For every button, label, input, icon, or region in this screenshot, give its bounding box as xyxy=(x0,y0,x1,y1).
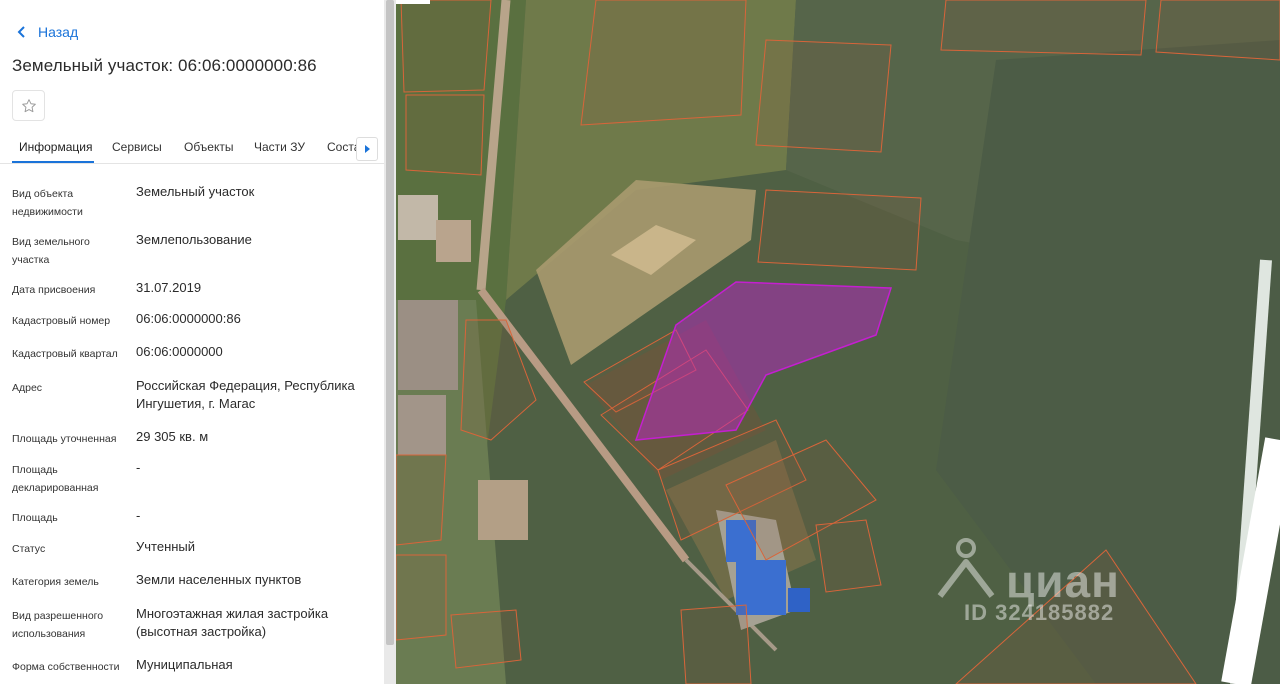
back-link[interactable]: Назад xyxy=(14,24,78,40)
property-label: Вид земельного участка xyxy=(12,236,90,266)
parcel xyxy=(680,604,752,684)
tab-composition-clip: Состав xyxy=(327,134,357,164)
parcel xyxy=(940,0,1147,56)
panel-scrollbar[interactable] xyxy=(384,0,396,684)
active-tab-indicator xyxy=(12,161,94,163)
tab-bar: Информация Сервисы Объекты Части ЗУ Сост… xyxy=(0,134,384,164)
building-block xyxy=(398,395,446,455)
page-title: Земельный участок: 06:06:0000000:86 xyxy=(12,56,317,75)
building xyxy=(478,480,528,540)
tab-composition[interactable]: Состав xyxy=(327,140,357,154)
favorite-button[interactable] xyxy=(12,90,45,121)
parcel xyxy=(580,0,747,126)
tab-information[interactable]: Информация xyxy=(19,140,92,154)
parcel xyxy=(757,189,922,271)
property-label: Площадь декларированная xyxy=(12,464,99,494)
property-value: Землепользование xyxy=(136,232,252,247)
tab-parts[interactable]: Части ЗУ xyxy=(254,140,305,154)
tab-services[interactable]: Сервисы xyxy=(112,140,162,154)
property-label: Форма собственности xyxy=(12,661,120,673)
property-label: Площадь уточненная xyxy=(12,433,117,445)
property-label: Адрес xyxy=(12,382,43,394)
property-value: Учтенный xyxy=(136,539,196,554)
parcel xyxy=(396,554,447,641)
map-control-stub xyxy=(396,0,430,4)
property-value: - xyxy=(136,460,141,475)
property-value: Муниципальная xyxy=(136,657,233,672)
property-value: Земельный участок xyxy=(136,184,255,199)
scrollbar-thumb[interactable] xyxy=(386,0,394,645)
watermark-id: ID 324185882 xyxy=(964,600,1115,625)
building xyxy=(398,195,438,240)
parcel xyxy=(400,0,492,93)
property-label: Статус xyxy=(12,543,46,555)
parcel xyxy=(396,454,447,546)
building xyxy=(436,220,471,262)
property-value: 06:06:0000000 xyxy=(136,344,223,359)
property-label: Площадь xyxy=(12,512,58,524)
property-label: Кадастровый квартал xyxy=(12,348,118,360)
parcel xyxy=(755,39,892,153)
chevron-left-icon xyxy=(17,26,25,38)
parcel xyxy=(450,609,522,669)
blue-roof xyxy=(788,588,810,612)
property-label: Вид объекта недвижимости xyxy=(12,188,83,218)
property-label: Вид разрешенного использования xyxy=(12,610,104,640)
building-block xyxy=(398,300,458,390)
property-value: Земли населенных пунктов xyxy=(136,572,302,587)
property-value: Российская Федерация, Республика Ингушет… xyxy=(136,378,355,411)
property-label: Дата присвоения xyxy=(12,284,96,296)
tab-objects[interactable]: Объекты xyxy=(184,140,234,154)
location-pin-icon xyxy=(937,538,995,598)
property-label: Категория земель xyxy=(12,576,99,588)
parcel xyxy=(1155,0,1280,61)
property-value: 06:06:0000000:86 xyxy=(136,311,241,326)
tabs-next-button[interactable] xyxy=(356,137,378,161)
satellite-map-layer xyxy=(396,0,1280,684)
star-outline-icon xyxy=(21,98,36,112)
property-value: 29 305 кв. м xyxy=(136,429,209,444)
property-value: 31.07.2019 xyxy=(136,280,202,295)
property-panel: Назад Земельный участок: 06:06:0000000:8… xyxy=(0,0,384,684)
cadastral-map[interactable]: циан ID 324185882 xyxy=(396,0,1280,684)
property-value: Многоэтажная жилая застройка (высотная з… xyxy=(136,606,329,639)
property-value: - xyxy=(136,508,141,523)
property-label: Кадастровый номер xyxy=(12,315,111,327)
back-label: Назад xyxy=(38,24,79,40)
parcel xyxy=(405,94,485,176)
triangle-right-icon xyxy=(364,145,370,153)
